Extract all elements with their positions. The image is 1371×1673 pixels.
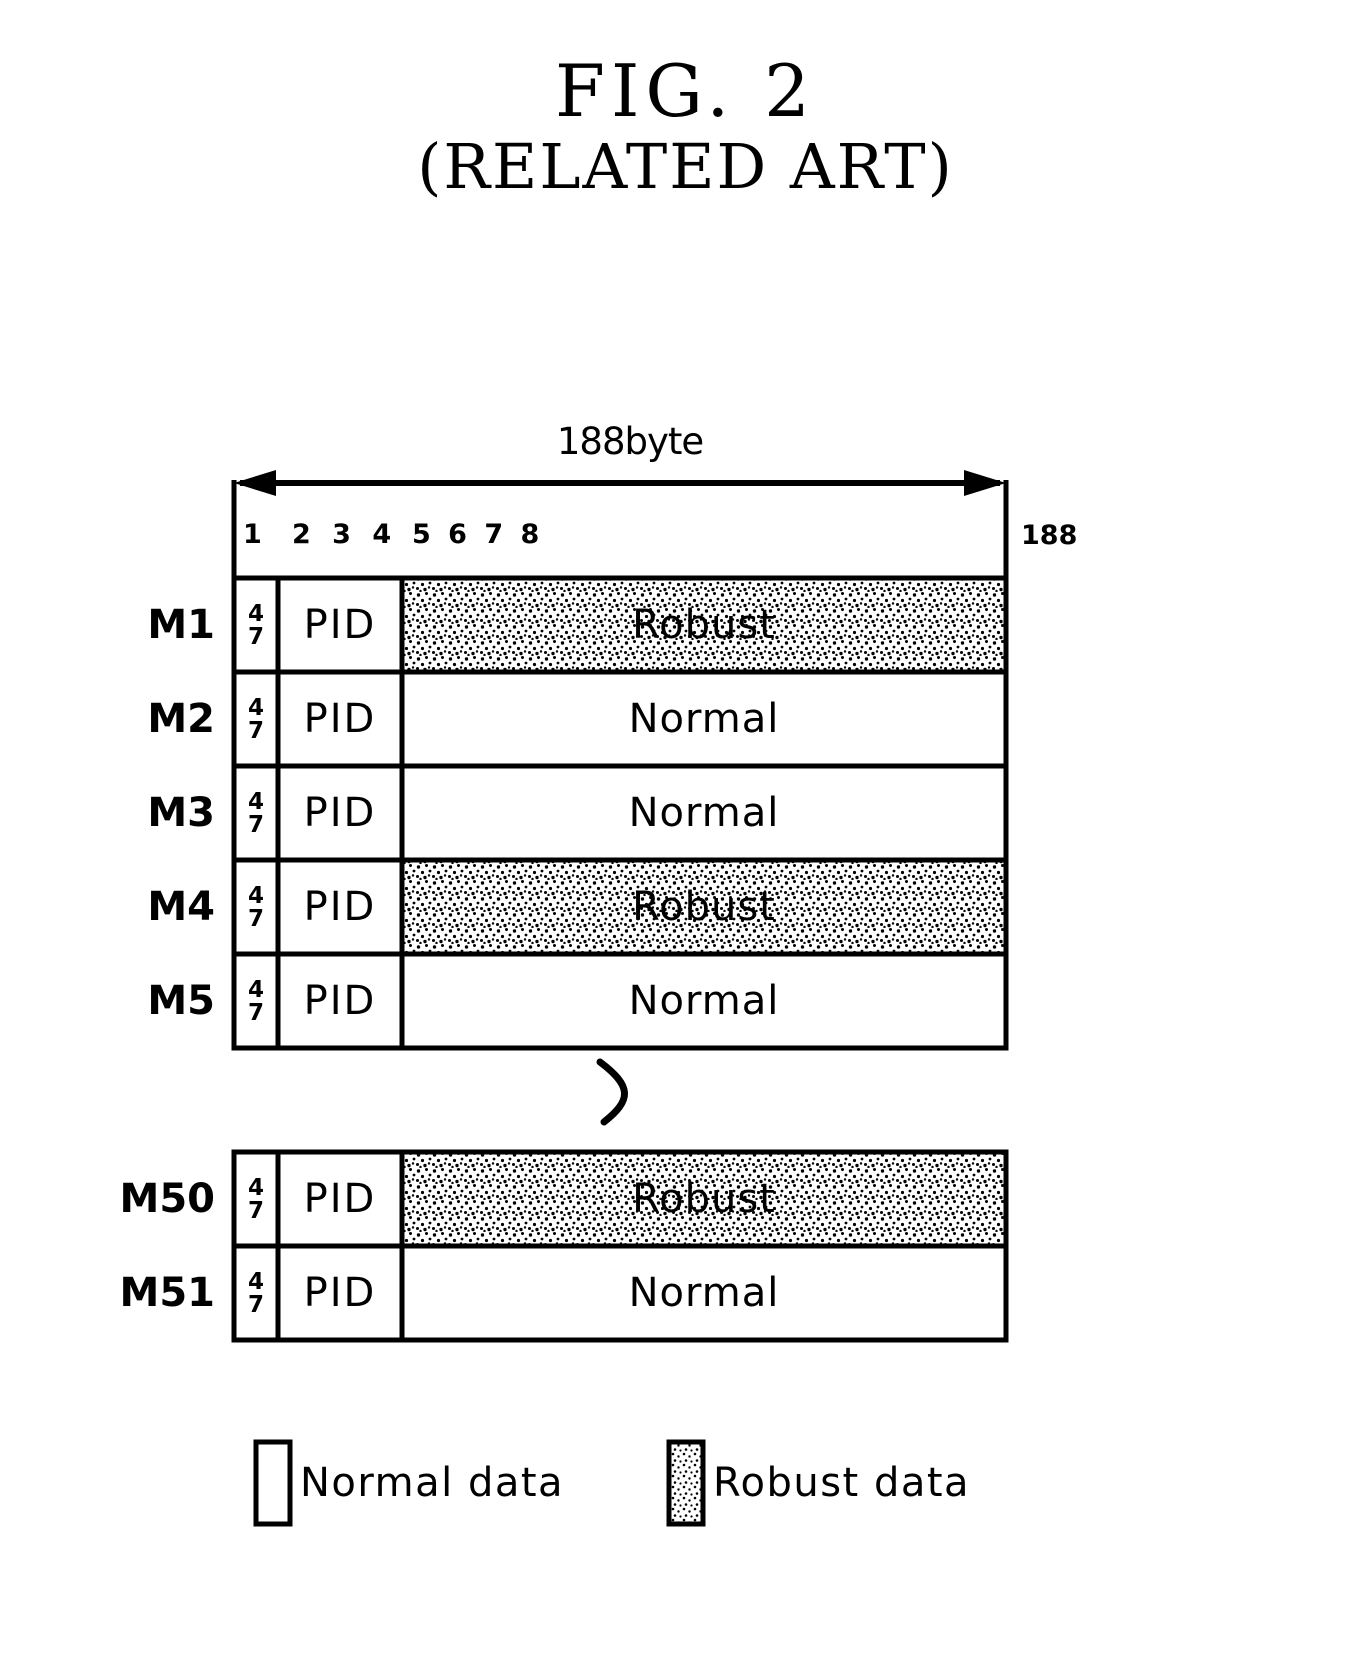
sync-byte-bottom: 7 [247,624,264,651]
legend-swatch-normal [253,1439,293,1527]
sync-byte-top: 4 [247,977,264,1003]
row-label-M1: M1 [147,602,215,648]
pid-cell-M4: PID [303,884,377,930]
payload-cell-M4: Robust [632,884,776,930]
sync-byte-top: 4 [247,1269,264,1295]
byte-label-2-3-4: 2 3 4 [292,519,398,550]
pid-cell-M50: PID [303,1176,377,1222]
sync-byte-M1: 4 7 [234,601,278,651]
payload-cell-M3: Normal [628,790,780,836]
row-label-M2: M2 [147,696,215,742]
pid-cell-M1: PID [303,602,377,648]
payload-cell-M2: Normal [628,696,780,742]
row-label-M3: M3 [147,790,215,836]
row-label-M5: M5 [147,978,215,1024]
sync-byte-top: 4 [247,789,264,815]
payload-cell-M51: Normal [628,1270,780,1316]
byte-label-188: 188 [1021,520,1078,551]
pid-cell-M2: PID [303,696,377,742]
packet-structure-diagram [231,470,1009,1527]
payload-cell-M50: Robust [632,1176,776,1222]
sync-byte-bottom: 7 [247,1000,264,1027]
sync-byte-M2: 4 7 [234,695,278,745]
continuation-break-symbol [596,1058,628,1126]
sync-byte-M50: 4 7 [234,1175,278,1225]
sync-byte-M4: 4 7 [234,883,278,933]
sync-byte-top: 4 [247,601,264,627]
sync-byte-M5: 4 7 [234,977,278,1027]
sync-byte-top: 4 [247,1175,264,1201]
byte-label-5-6-7-8: 5 6 7 8 [412,519,544,550]
sync-byte-bottom: 7 [247,906,264,933]
pid-cell-M3: PID [303,790,377,836]
sync-byte-top: 4 [247,695,264,721]
sync-byte-M3: 4 7 [234,789,278,839]
legend-label-robust: Robust data [713,1460,971,1506]
width-caption: 188byte [556,420,704,463]
sync-byte-top: 4 [247,883,264,909]
row-label-M50: M50 [119,1176,215,1222]
legend-swatch-robust [666,1439,706,1527]
byte-label-1: 1 [243,519,262,550]
sync-byte-bottom: 7 [247,718,264,745]
row-label-M4: M4 [147,884,215,930]
sync-byte-bottom: 7 [247,812,264,839]
sync-byte-M51: 4 7 [234,1269,278,1319]
row-label-M51: M51 [119,1270,215,1316]
sync-byte-bottom: 7 [247,1292,264,1319]
payload-cell-M1: Robust [632,602,776,648]
pid-cell-M5: PID [303,978,377,1024]
pid-cell-M51: PID [303,1270,377,1316]
legend-label-normal: Normal data [300,1460,565,1506]
payload-cell-M5: Normal [628,978,780,1024]
sync-byte-bottom: 7 [247,1198,264,1225]
